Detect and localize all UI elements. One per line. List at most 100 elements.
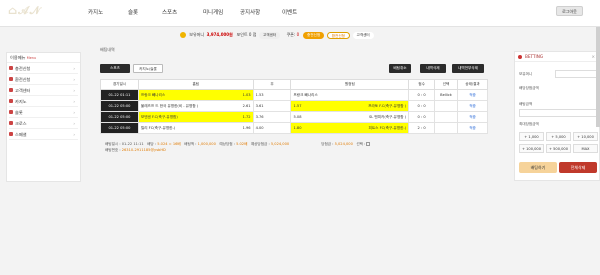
sidebar-item-label: 슬롯 xyxy=(15,110,23,115)
chip-500000[interactable]: + 500,000 xyxy=(546,144,571,153)
exchange-button[interactable]: 환전신청 xyxy=(326,31,350,39)
place-bet-button[interactable]: 배팅하기 xyxy=(519,162,557,173)
row-away[interactable]: 1.80 피트스 FC(축구-유명한-) xyxy=(290,122,410,134)
point-label: 포인트 xyxy=(236,32,248,37)
point-value: 0 xyxy=(248,32,252,37)
away-team: 프랑크 빼나리스 xyxy=(293,92,318,97)
nav-casino[interactable]: 카지노 xyxy=(88,0,103,27)
sidebar-item-support[interactable]: 고객센터 › xyxy=(9,85,78,96)
chevron-right-icon: › xyxy=(73,66,75,71)
sidebar-item-exchange[interactable]: 환전신청 › xyxy=(9,74,78,85)
exchange-icon xyxy=(9,77,13,81)
row-date: 01-22 05:00 xyxy=(100,100,139,112)
sidebar-title: 이용메뉴 xyxy=(10,55,26,60)
tab-sports[interactable]: 스포츠 xyxy=(100,64,130,73)
cancel-bet-button[interactable]: 배팅취소 xyxy=(389,64,411,73)
nav-notice[interactable]: 공지사항 xyxy=(240,0,260,27)
support-icon xyxy=(9,88,13,92)
chevron-right-icon: › xyxy=(73,88,75,93)
bet-summary: 배팅일시 : 01-22 11:11 배당 : 5.024 = 16배 배팅액 … xyxy=(105,141,371,153)
bet-date-label: 배팅일시 : xyxy=(105,142,121,146)
bet-no-label: 배팅번호 : xyxy=(105,148,121,152)
balance-label: 보유머니 xyxy=(189,32,205,37)
home-odds: 2.61 xyxy=(242,103,251,108)
result-value: 5,024,000 xyxy=(334,142,353,146)
sidebar-subtitle: Menu xyxy=(26,56,37,60)
bet-amount: 1,000,000 xyxy=(197,142,216,146)
chip-max[interactable]: MAX xyxy=(573,144,598,153)
nav-slot[interactable]: 슬롯 xyxy=(128,0,138,27)
point-convert-button[interactable]: 고객센터 xyxy=(258,31,281,39)
select-label: 선택 : xyxy=(356,142,366,146)
home-team: 릴리 FC(축구-유명한-) xyxy=(140,125,176,130)
row-status: 적중 xyxy=(457,122,488,134)
away-team: 프라토 F.C(축구-유명함 ) xyxy=(368,103,407,108)
chevron-right-icon: › xyxy=(73,110,75,115)
row-draw[interactable]: 3.61 xyxy=(252,100,292,112)
row-draw[interactable]: 1.53 xyxy=(252,89,292,101)
row-home[interactable]: 보덴센 F.C(축구-유명함) 1.72 xyxy=(137,111,254,123)
row-draw[interactable]: 4.00 xyxy=(252,122,292,134)
row-date: 01-22 01:11 xyxy=(100,89,139,101)
delete-all-history-button[interactable]: 내역전부삭제 xyxy=(452,64,484,73)
chip-5000[interactable]: + 5,000 xyxy=(546,132,571,141)
row-draw[interactable]: 3.76 xyxy=(252,111,292,123)
sidebar-item-charge[interactable]: 충전신청 › xyxy=(9,63,78,74)
balance-field-label: 보유머니 xyxy=(519,72,533,76)
chip-100000[interactable]: + 100,000 xyxy=(519,144,544,153)
bet-amount-input[interactable] xyxy=(519,109,597,117)
clear-all-button[interactable]: 전체삭제 xyxy=(559,162,597,173)
expected-label: 예상당첨금 : xyxy=(250,142,270,146)
sidebar-item-label: 환전신청 xyxy=(15,77,31,82)
sidebar-item-slot[interactable]: 슬롯 › xyxy=(9,107,78,118)
header-away: 원정팀 xyxy=(290,79,410,90)
support-button[interactable]: 고객센터 xyxy=(352,31,374,39)
chevron-right-icon: › xyxy=(73,77,75,82)
nav-event[interactable]: 이벤트 xyxy=(282,0,297,27)
coupon-label: 쿠폰 xyxy=(286,32,294,37)
row-home[interactable]: 불레즈프 드 한국 유명한(비 - 유명함 ) 2.61 xyxy=(137,100,254,112)
chip-10000[interactable]: + 10,000 xyxy=(573,132,598,141)
special-icon xyxy=(9,132,13,136)
away-odds: 1.80 xyxy=(293,125,302,130)
row-score: 0 : 0 xyxy=(408,111,436,123)
row-home[interactable]: 프랑크 빼나리스 1.03 xyxy=(137,89,254,101)
header-home: 홈팀 xyxy=(137,79,254,90)
close-icon[interactable]: × xyxy=(591,52,595,62)
bet-history-table: 경기일시 홈팀 무 원정팀 점수 선택 상태/결과 01-22 01:11 프랑… xyxy=(100,79,488,134)
delete-history-button[interactable]: 내역삭제 xyxy=(420,64,446,73)
site-logo[interactable]: ⌂𝒜𝒩 xyxy=(8,4,46,22)
bet-amount-field-label: 배팅금액 xyxy=(519,102,533,106)
nav-sports[interactable]: 스포츠 xyxy=(162,0,177,27)
slot-icon xyxy=(9,110,13,114)
logout-button[interactable]: 로그아웃 xyxy=(556,6,583,16)
row-away[interactable]: 프랑크 빼나리스 xyxy=(290,89,410,101)
row-away[interactable]: 5.08 SL 벤피카(축구-유명함 ) xyxy=(290,111,410,123)
charge-button[interactable]: 충전신청 xyxy=(302,31,325,39)
expected-value: 5,024,000 xyxy=(270,142,290,146)
sidebar-item-cross[interactable]: 크로스 › xyxy=(9,118,78,129)
nav-minigame[interactable]: 미니게임 xyxy=(203,0,223,27)
cross-icon xyxy=(9,121,13,125)
select-checkbox[interactable] xyxy=(366,142,371,146)
sidebar-item-casino[interactable]: 카지노 › xyxy=(9,96,78,107)
header-pick: 선택 xyxy=(434,79,459,90)
casino-icon xyxy=(9,99,13,103)
row-status: 적중 xyxy=(457,100,488,112)
home-team: 불레즈프 드 한국 유명한(비 - 유명함 ) xyxy=(140,103,199,108)
home-team: 보덴센 F.C(축구-유명함) xyxy=(140,114,178,119)
sidebar-item-label: 충전신청 xyxy=(15,66,31,71)
away-team: 피트스 FC(축구-유명한-) xyxy=(368,125,407,130)
sidebar-item-special[interactable]: 스페셜 › xyxy=(9,129,78,140)
page-scrollbar[interactable] xyxy=(596,27,600,127)
row-home[interactable]: 릴리 FC(축구-유명한-) 1.96 xyxy=(137,122,254,134)
table-row: 01-22 05:00 보덴센 F.C(축구-유명함) 1.72 3.76 5.0… xyxy=(100,111,488,123)
tab-casino-slot[interactable]: 카지노/슬롯 xyxy=(133,64,163,73)
table-row: 01-22 05:00 릴리 FC(축구-유명한-) 1.96 4.00 1.80… xyxy=(100,122,488,134)
row-away[interactable]: 1.57 프라토 F.C(축구-유명함 ) xyxy=(290,100,410,112)
row-date: 01-22 05:00 xyxy=(100,111,139,123)
balance-value: 3,974,000원 xyxy=(206,32,233,37)
table-header-row: 경기일시 홈팀 무 원정팀 점수 선택 상태/결과 xyxy=(100,79,488,90)
chip-1000[interactable]: + 1,000 xyxy=(519,132,544,141)
row-score: 2 : 0 xyxy=(408,122,436,134)
